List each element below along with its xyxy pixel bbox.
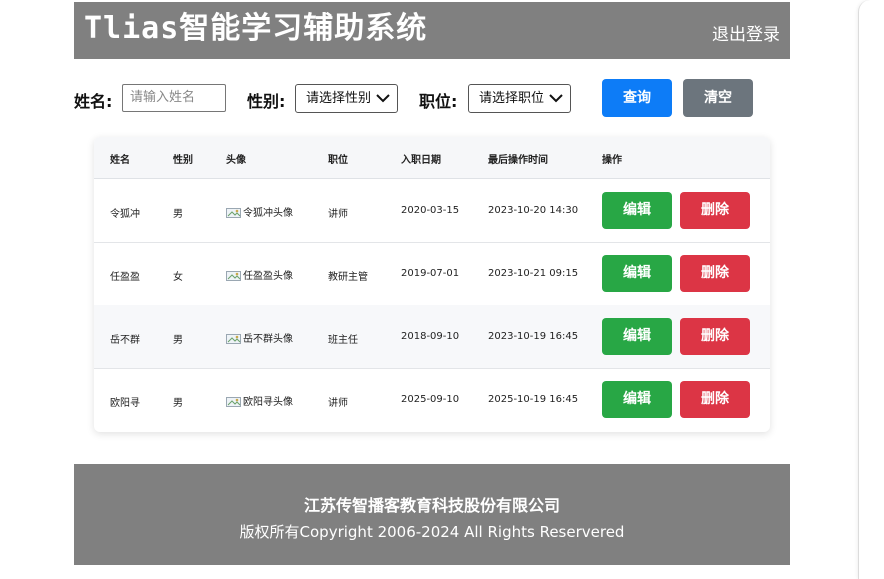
- cell-position: 教研主管: [328, 272, 368, 283]
- gender-select-value: 请选择性别: [306, 91, 372, 106]
- cell-entry-date: 2019-07-01: [401, 268, 460, 279]
- delete-button[interactable]: 删除: [680, 192, 750, 229]
- footer-company: 江苏传智播客教育科技股份有限公司: [303, 496, 560, 515]
- table-header: 姓名 性别 头像 职位 入职日期 最后操作时间 操作: [94, 137, 770, 179]
- column-header-name: 姓名: [110, 155, 130, 166]
- column-header-last-op: 最后操作时间: [488, 155, 548, 166]
- cell-last-op: 2023-10-21 09:15: [488, 268, 579, 279]
- gender-select[interactable]: 请选择性别: [295, 84, 398, 113]
- cell-gender: 男: [173, 398, 183, 409]
- logout-link[interactable]: 退出登录: [712, 20, 780, 45]
- avatar: 任盈盈头像: [226, 267, 293, 282]
- table-row: 欧阳寻 男 欧阳寻头像 讲师 2025-09-10 2025-10-19 16:…: [94, 368, 770, 431]
- position-select[interactable]: 请选择职位: [468, 84, 571, 113]
- cell-gender: 女: [173, 272, 183, 283]
- table-row: 岳不群 男 岳不群头像 班主任 2018-09-10 2023-10-19 16…: [94, 305, 770, 369]
- cell-last-op: 2025-10-19 16:45: [488, 394, 579, 405]
- cell-position: 班主任: [328, 335, 358, 346]
- broken-image-icon: [226, 397, 241, 407]
- employee-table: 姓名 性别 头像 职位 入职日期 最后操作时间 操作 令狐冲 男 令狐冲头像 讲…: [94, 137, 770, 432]
- cell-name: 岳不群: [110, 335, 140, 346]
- column-header-avatar: 头像: [226, 155, 246, 166]
- cell-last-op: 2023-10-20 14:30: [488, 205, 579, 216]
- column-header-actions: 操作: [602, 155, 622, 166]
- column-header-entry-date: 入职日期: [401, 155, 441, 166]
- cell-name: 任盈盈: [110, 272, 140, 283]
- page-footer: 江苏传智播客教育科技股份有限公司 版权所有Copyright 2006-2024…: [74, 464, 790, 565]
- delete-button[interactable]: 删除: [680, 255, 750, 292]
- column-header-position: 职位: [328, 155, 348, 166]
- avatar: 欧阳寻头像: [226, 393, 293, 408]
- broken-image-icon: [226, 334, 241, 344]
- avatar-alt-text: 令狐冲头像: [243, 208, 293, 219]
- gender-label: 性别:: [247, 92, 286, 111]
- cell-entry-date: 2020-03-15: [401, 205, 460, 216]
- search-form: 姓名: 请输入姓名 性别: 请选择性别 职位: 请选择职位 查询 清空: [74, 78, 790, 118]
- avatar: 岳不群头像: [226, 330, 293, 345]
- cell-gender: 男: [173, 209, 183, 220]
- broken-image-icon: [226, 208, 241, 218]
- avatar-alt-text: 任盈盈头像: [243, 271, 293, 282]
- name-input[interactable]: 请输入姓名: [122, 84, 226, 112]
- column-header-gender: 性别: [173, 155, 193, 166]
- footer-copyright: 版权所有Copyright 2006-2024 All Rights Reser…: [239, 523, 625, 541]
- edit-button[interactable]: 编辑: [602, 318, 672, 355]
- edit-button[interactable]: 编辑: [602, 192, 672, 229]
- cell-gender: 男: [173, 335, 183, 346]
- position-label: 职位:: [419, 92, 458, 111]
- cell-name: 欧阳寻: [110, 398, 140, 409]
- page-header: Tlias智能学习辅助系统 退出登录: [74, 2, 790, 59]
- cell-last-op: 2023-10-19 16:45: [488, 331, 579, 342]
- table-row: 令狐冲 男 令狐冲头像 讲师 2020-03-15 2023-10-20 14:…: [94, 179, 770, 243]
- window-edge: [858, 0, 884, 579]
- cell-entry-date: 2018-09-10: [401, 331, 460, 342]
- clear-button[interactable]: 清空: [683, 79, 753, 117]
- cell-name: 令狐冲: [110, 209, 140, 220]
- broken-image-icon: [226, 271, 241, 281]
- avatar-alt-text: 岳不群头像: [243, 334, 293, 345]
- edit-button[interactable]: 编辑: [602, 381, 672, 418]
- cell-entry-date: 2025-09-10: [401, 394, 460, 405]
- chevron-down-icon: [549, 94, 563, 103]
- position-select-value: 请选择职位: [479, 91, 545, 106]
- cell-position: 讲师: [328, 209, 348, 220]
- app-title: Tlias智能学习辅助系统: [84, 11, 428, 46]
- avatar-alt-text: 欧阳寻头像: [243, 397, 293, 408]
- query-button[interactable]: 查询: [602, 79, 672, 117]
- cell-position: 讲师: [328, 398, 348, 409]
- chevron-down-icon: [376, 94, 390, 103]
- delete-button[interactable]: 删除: [680, 318, 750, 355]
- table-row: 任盈盈 女 任盈盈头像 教研主管 2019-07-01 2023-10-21 0…: [94, 242, 770, 306]
- delete-button[interactable]: 删除: [680, 381, 750, 418]
- edit-button[interactable]: 编辑: [602, 255, 672, 292]
- name-label: 姓名:: [74, 92, 113, 111]
- avatar: 令狐冲头像: [226, 204, 293, 219]
